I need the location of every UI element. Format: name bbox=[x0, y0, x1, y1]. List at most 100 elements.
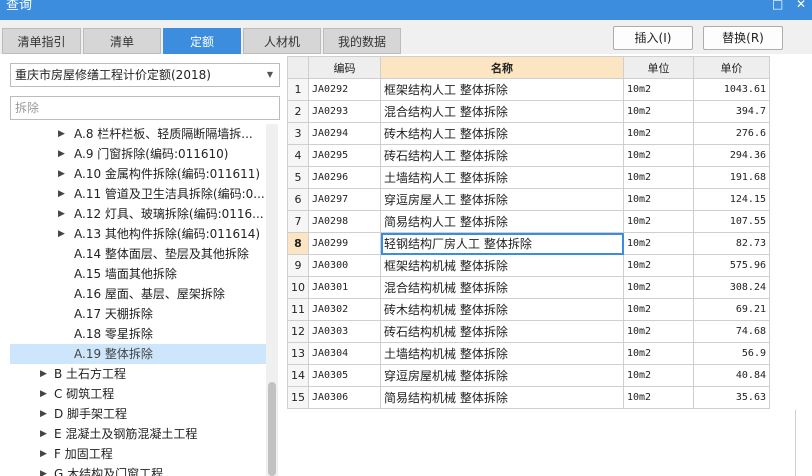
code-cell[interactable]: JA0305 bbox=[308, 364, 381, 387]
tree-node[interactable]: ▶ C 砌筑工程 bbox=[10, 384, 266, 404]
name-cell-focused[interactable]: 轻钢结构厂房人工 整体拆除 bbox=[380, 232, 624, 255]
table-row[interactable]: 9 JA0300 框架结构机械 整体拆除 10m2 575.96 bbox=[287, 254, 770, 277]
expand-arrow-icon[interactable]: ▶ bbox=[40, 444, 47, 464]
table-row[interactable]: 12 JA0303 砖石结构机械 整体拆除 10m2 74.68 bbox=[287, 320, 770, 343]
unit-cell[interactable]: 10m2 bbox=[623, 166, 694, 189]
tree-node[interactable]: A.16 屋面、基层、屋架拆除 bbox=[10, 284, 266, 304]
price-cell[interactable]: 40.84 bbox=[693, 364, 770, 387]
price-cell[interactable]: 191.68 bbox=[693, 166, 770, 189]
price-cell[interactable]: 394.7 bbox=[693, 100, 770, 123]
table-row[interactable]: 5 JA0296 土墙结构人工 整体拆除 10m2 191.68 bbox=[287, 166, 770, 189]
tree-node[interactable]: ▶ B 土石方工程 bbox=[10, 364, 266, 384]
expand-arrow-icon[interactable]: ▶ bbox=[40, 404, 47, 424]
price-cell[interactable]: 308.24 bbox=[693, 276, 770, 299]
table-row[interactable]: 1 JA0292 框架结构人工 整体拆除 10m2 1043.61 bbox=[287, 78, 770, 101]
price-cell[interactable]: 74.68 bbox=[693, 320, 770, 343]
unit-cell[interactable]: 10m2 bbox=[623, 364, 694, 387]
tab-my-data[interactable]: 我的数据 bbox=[323, 28, 401, 54]
name-cell[interactable]: 简易结构人工 整体拆除 bbox=[380, 210, 624, 233]
code-cell[interactable]: JA0300 bbox=[308, 254, 381, 277]
column-header-code[interactable]: 编码 bbox=[308, 56, 381, 79]
name-cell[interactable]: 简易结构机械 整体拆除 bbox=[380, 386, 624, 409]
price-cell[interactable]: 69.21 bbox=[693, 298, 770, 321]
table-row[interactable]: 14 JA0305 穿逗房屋机械 整体拆除 10m2 40.84 bbox=[287, 364, 770, 387]
tree-node[interactable]: A.18 零星拆除 bbox=[10, 324, 266, 344]
unit-cell[interactable]: 10m2 bbox=[623, 78, 694, 101]
name-cell[interactable]: 土墙结构机械 整体拆除 bbox=[380, 342, 624, 365]
tree-node[interactable]: ▶ A.13 其他构件拆除(编码:011614) bbox=[10, 224, 266, 244]
tree-node[interactable]: ▶ A.8 栏杆栏板、轻质隔断隔墙拆... bbox=[10, 124, 266, 144]
expand-arrow-icon[interactable]: ▶ bbox=[58, 224, 65, 244]
table-row[interactable]: 4 JA0295 砖石结构人工 整体拆除 10m2 294.36 bbox=[287, 144, 770, 167]
unit-cell[interactable]: 10m2 bbox=[623, 320, 694, 343]
name-cell[interactable]: 砖石结构机械 整体拆除 bbox=[380, 320, 624, 343]
tree-node[interactable]: ▶ A.9 门窗拆除(编码:011610) bbox=[10, 144, 266, 164]
expand-arrow-icon[interactable]: ▶ bbox=[58, 204, 65, 224]
table-row[interactable]: 6 JA0297 穿逗房屋人工 整体拆除 10m2 124.15 bbox=[287, 188, 770, 211]
name-cell[interactable]: 混合结构机械 整体拆除 bbox=[380, 276, 624, 299]
unit-cell[interactable]: 10m2 bbox=[623, 342, 694, 365]
code-cell[interactable]: JA0293 bbox=[308, 100, 381, 123]
tree-node[interactable]: ▶ D 脚手架工程 bbox=[10, 404, 266, 424]
column-header-price[interactable]: 单价 bbox=[693, 56, 770, 79]
tree-node-selected[interactable]: A.19 整体拆除 bbox=[10, 344, 266, 364]
unit-cell[interactable]: 10m2 bbox=[623, 210, 694, 233]
tree-node[interactable]: A.17 天棚拆除 bbox=[10, 304, 266, 324]
table-row[interactable]: 10 JA0301 混合结构机械 整体拆除 10m2 308.24 bbox=[287, 276, 770, 299]
code-cell[interactable]: JA0301 bbox=[308, 276, 381, 299]
unit-cell[interactable]: 10m2 bbox=[623, 276, 694, 299]
tree-scrollbar[interactable] bbox=[266, 124, 278, 476]
unit-cell[interactable]: 10m2 bbox=[623, 100, 694, 123]
name-cell[interactable]: 砖木结构人工 整体拆除 bbox=[380, 122, 624, 145]
chevron-down-icon[interactable]: ▼ bbox=[267, 64, 273, 86]
tree-node[interactable]: ▶ A.12 灯具、玻璃拆除(编码:0116... bbox=[10, 204, 266, 224]
expand-arrow-icon[interactable]: ▶ bbox=[40, 364, 47, 384]
tab-quota[interactable]: 定额 bbox=[163, 28, 241, 54]
unit-cell[interactable]: 10m2 bbox=[623, 298, 694, 321]
price-cell[interactable]: 56.9 bbox=[693, 342, 770, 365]
name-cell[interactable]: 框架结构人工 整体拆除 bbox=[380, 78, 624, 101]
unit-cell[interactable]: 10m2 bbox=[623, 386, 694, 409]
expand-arrow-icon[interactable]: ▶ bbox=[40, 384, 47, 404]
expand-arrow-icon[interactable]: ▶ bbox=[58, 144, 65, 164]
tab-list-guide[interactable]: 清单指引 bbox=[2, 28, 81, 54]
expand-arrow-icon[interactable]: ▶ bbox=[40, 464, 47, 476]
code-cell[interactable]: JA0296 bbox=[308, 166, 381, 189]
name-cell[interactable]: 穿逗房屋人工 整体拆除 bbox=[380, 188, 624, 211]
column-header-name[interactable]: 名称 bbox=[380, 56, 624, 79]
code-cell[interactable]: JA0295 bbox=[308, 144, 381, 167]
tree-node[interactable]: A.15 墙面其他拆除 bbox=[10, 264, 266, 284]
table-row[interactable]: 11 JA0302 砖木结构机械 整体拆除 10m2 69.21 bbox=[287, 298, 770, 321]
price-cell[interactable]: 276.6 bbox=[693, 122, 770, 145]
unit-cell[interactable]: 10m2 bbox=[623, 122, 694, 145]
code-cell[interactable]: JA0292 bbox=[308, 78, 381, 101]
tree-node[interactable]: ▶ G 木结构及门窗工程 bbox=[10, 464, 266, 476]
code-cell[interactable]: JA0299 bbox=[308, 232, 381, 255]
unit-cell[interactable]: 10m2 bbox=[623, 188, 694, 211]
price-cell[interactable]: 124.15 bbox=[693, 188, 770, 211]
price-cell[interactable]: 35.63 bbox=[693, 386, 770, 409]
code-cell[interactable]: JA0294 bbox=[308, 122, 381, 145]
close-icon[interactable]: ✕ bbox=[796, 0, 806, 11]
expand-arrow-icon[interactable]: ▶ bbox=[58, 124, 65, 144]
search-input[interactable]: 拆除 bbox=[10, 96, 280, 120]
tree-node[interactable]: ▶ F 加固工程 bbox=[10, 444, 266, 464]
name-cell[interactable]: 砖石结构人工 整体拆除 bbox=[380, 144, 624, 167]
tree-node[interactable]: ▶ A.10 金属构件拆除(编码:011611) bbox=[10, 164, 266, 184]
code-cell[interactable]: JA0297 bbox=[308, 188, 381, 211]
expand-arrow-icon[interactable]: ▶ bbox=[58, 164, 65, 184]
unit-cell[interactable]: 10m2 bbox=[623, 254, 694, 277]
table-row[interactable]: 15 JA0306 简易结构机械 整体拆除 10m2 35.63 bbox=[287, 386, 770, 409]
name-cell[interactable]: 穿逗房屋机械 整体拆除 bbox=[380, 364, 624, 387]
code-cell[interactable]: JA0303 bbox=[308, 320, 381, 343]
code-cell[interactable]: JA0306 bbox=[308, 386, 381, 409]
tree-node[interactable]: ▶ E 混凝土及钢筋混凝土工程 bbox=[10, 424, 266, 444]
column-header-unit[interactable]: 单位 bbox=[623, 56, 694, 79]
table-row[interactable]: 7 JA0298 简易结构人工 整体拆除 10m2 107.55 bbox=[287, 210, 770, 233]
tree-node[interactable]: ▶ A.11 管道及卫生洁具拆除(编码:0... bbox=[10, 184, 266, 204]
tree-node[interactable]: A.14 整体面层、垫层及其他拆除 bbox=[10, 244, 266, 264]
restore-icon[interactable]: □ bbox=[772, 0, 783, 11]
name-cell[interactable]: 土墙结构人工 整体拆除 bbox=[380, 166, 624, 189]
name-cell[interactable]: 框架结构机械 整体拆除 bbox=[380, 254, 624, 277]
code-cell[interactable]: JA0298 bbox=[308, 210, 381, 233]
